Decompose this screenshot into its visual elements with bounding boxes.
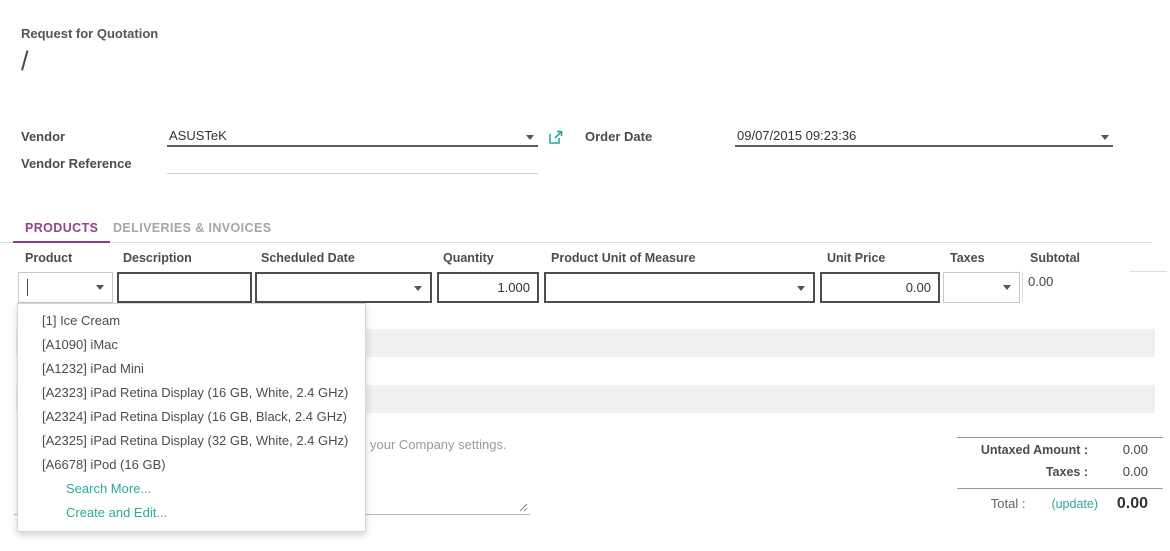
order-date-label: Order Date: [585, 129, 652, 144]
tab-products[interactable]: PRODUCTS: [13, 221, 110, 243]
column-header-product: Product: [25, 251, 72, 265]
tab-deliveries-invoices[interactable]: DELIVERIES & INVOICES: [113, 221, 271, 243]
product-input[interactable]: [18, 272, 113, 303]
chevron-down-icon: [96, 285, 104, 290]
column-header-subtotal: Subtotal: [1030, 251, 1080, 265]
update-total-link[interactable]: (update): [1051, 497, 1098, 511]
dropdown-item[interactable]: [A1090] iMac: [18, 333, 365, 357]
create-and-edit-link[interactable]: Create and Edit...: [18, 501, 365, 525]
search-more-link[interactable]: Search More...: [18, 477, 365, 501]
order-date-field[interactable]: 09/07/2015 09:23:36: [735, 127, 1113, 147]
dropdown-item[interactable]: [A2325] iPad Retina Display (32 GB, Whit…: [18, 429, 365, 453]
chevron-down-icon: [414, 286, 422, 291]
unit-price-input[interactable]: [820, 272, 940, 303]
totals-panel: Untaxed Amount : 0.00 Taxes : 0.00 Total…: [957, 437, 1163, 515]
scheduled-date-input[interactable]: [255, 272, 432, 303]
dropdown-item[interactable]: [A2323] iPad Retina Display (16 GB, Whit…: [18, 381, 365, 405]
subtotal-cell: 0.00: [1022, 271, 1122, 302]
taxes-label: Taxes :: [1046, 465, 1088, 479]
external-link-icon[interactable]: [549, 130, 563, 144]
taxes-input[interactable]: [943, 272, 1020, 303]
untaxed-amount-label: Untaxed Amount :: [981, 443, 1088, 457]
scheduled-date-input-field[interactable]: [257, 274, 430, 301]
vendor-reference-label: Vendor Reference: [21, 156, 132, 171]
total-row: Total : (update) 0.00: [957, 489, 1163, 515]
uom-input[interactable]: [544, 272, 815, 303]
description-input-field[interactable]: [119, 274, 250, 301]
vendor-field[interactable]: ASUSTeK: [167, 127, 538, 147]
chevron-down-icon: [1003, 285, 1011, 290]
taxes-row: Taxes : 0.00: [957, 460, 1163, 482]
chevron-down-icon: [797, 286, 805, 291]
quantity-input-field[interactable]: [439, 274, 537, 301]
dropdown-item[interactable]: [A1232] iPad Mini: [18, 357, 365, 381]
dropdown-item[interactable]: [A6678] iPod (16 GB): [18, 453, 365, 477]
text-cursor: [27, 279, 28, 296]
vendor-reference-field[interactable]: [167, 154, 538, 174]
total-value: 0.00: [1110, 495, 1148, 513]
vendor-value: ASUSTeK: [169, 128, 227, 143]
description-input[interactable]: [117, 272, 252, 303]
chevron-down-icon: [526, 135, 534, 140]
resize-handle-icon[interactable]: [518, 502, 528, 512]
column-header-scheduled-date: Scheduled Date: [261, 251, 355, 265]
dropdown-item[interactable]: [1] Ice Cream: [18, 309, 365, 333]
column-header-unit-price: Unit Price: [827, 251, 885, 265]
quantity-input[interactable]: [437, 272, 539, 303]
record-name: /: [21, 46, 29, 77]
taxes-value: 0.00: [1088, 464, 1148, 479]
column-header-quantity: Quantity: [443, 251, 494, 265]
column-header-taxes: Taxes: [950, 251, 985, 265]
product-dropdown: [1] Ice Cream [A1090] iMac [A1232] iPad …: [17, 303, 366, 532]
notebook-tabbar: PRODUCTS DELIVERIES & INVOICES: [0, 219, 1152, 243]
row-end-cell: [1130, 271, 1167, 302]
dropdown-item[interactable]: [A2324] iPad Retina Display (16 GB, Blac…: [18, 405, 365, 429]
doc-type-label: Request for Quotation: [21, 26, 158, 41]
total-label: Total :: [991, 496, 1026, 511]
uom-input-field[interactable]: [546, 274, 813, 301]
column-header-description: Description: [123, 251, 192, 265]
vendor-label: Vendor: [21, 129, 65, 144]
untaxed-amount-row: Untaxed Amount : 0.00: [957, 438, 1163, 460]
unit-price-input-field[interactable]: [822, 274, 938, 301]
column-header-uom: Product Unit of Measure: [551, 251, 695, 265]
company-settings-note: your Company settings.: [370, 437, 507, 452]
chevron-down-icon: [1101, 135, 1109, 140]
order-date-value: 09/07/2015 09:23:36: [737, 128, 856, 143]
untaxed-amount-value: 0.00: [1088, 442, 1148, 457]
